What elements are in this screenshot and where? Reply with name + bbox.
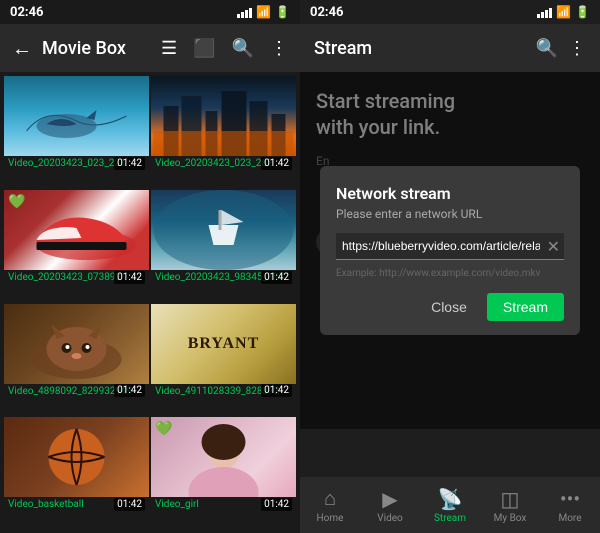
status-bar-right: 02:46 📶 🔋 [300, 0, 600, 24]
modal-stream-button[interactable]: Stream [487, 293, 564, 321]
duration-7: 01:42 [114, 498, 145, 511]
time-right: 02:46 [310, 5, 344, 20]
header-right: Stream 🔍 ⋮ [300, 24, 600, 72]
network-url-input[interactable] [336, 233, 564, 260]
wifi-icon: 📶 [256, 5, 271, 19]
more-nav-icon: ••• [560, 487, 580, 511]
stream-icon: 📡 [438, 487, 463, 511]
bottom-nav: ⌂ Home ▶ Video 📡 Stream ◫ My Box ••• Mor… [300, 477, 600, 533]
status-bar-left: 02:46 📶 🔋 [0, 0, 300, 24]
video-item-3[interactable]: 💚 01:42 Video_20203423_073892 [4, 190, 149, 302]
duration-6: 01:42 [261, 384, 292, 397]
video-item-5[interactable]: 01:42 Video_4898092_829932949 [4, 304, 149, 416]
video-item-2[interactable]: 01:42 Video_20203423_023_262 [151, 76, 296, 188]
home-icon: ⌂ [324, 486, 336, 511]
modal-title: Network stream [336, 184, 564, 203]
status-icons-left: 📶 🔋 [237, 5, 290, 19]
back-button[interactable]: ← [12, 36, 32, 61]
duration-2: 01:42 [261, 157, 292, 170]
header-left: ← Movie Box ☰ ⬛ 🔍 ⋮ [0, 24, 300, 72]
heart-icon-8: 💚 [155, 421, 172, 437]
wifi-icon-right: 📶 [556, 5, 571, 19]
cast-icon[interactable]: ⬛ [193, 38, 215, 59]
right-header-title: Stream [314, 38, 526, 59]
nav-item-home[interactable]: ⌂ Home [300, 486, 360, 524]
search-icon-right[interactable]: 🔍 [536, 38, 558, 59]
modal-input-container: ✕ [336, 233, 564, 260]
video-icon: ▶ [382, 487, 397, 511]
mybox-icon: ◫ [501, 487, 520, 511]
status-icons-right: 📶 🔋 [537, 5, 590, 19]
nav-label-video: Video [377, 513, 402, 524]
header-icons-left: ☰ ⬛ 🔍 ⋮ [161, 38, 288, 59]
list-icon[interactable]: ☰ [161, 38, 177, 59]
signal-icon [237, 6, 252, 18]
left-header-title: Movie Box [42, 38, 151, 59]
nav-item-mybox[interactable]: ◫ My Box [480, 487, 540, 524]
more-icon-right[interactable]: ⋮ [568, 38, 586, 59]
right-panel: 02:46 📶 🔋 Stream 🔍 ⋮ Start streaming wit… [300, 0, 600, 533]
bryant-text: BRYANT [188, 335, 260, 353]
search-icon-left[interactable]: 🔍 [232, 38, 254, 59]
nav-item-more[interactable]: ••• More [540, 487, 600, 524]
modal-close-button[interactable]: Close [419, 293, 479, 321]
modal-subtitle: Please enter a network URL [336, 207, 564, 221]
network-stream-dialog: Network stream Please enter a network UR… [320, 166, 580, 335]
more-icon-left[interactable]: ⋮ [270, 38, 288, 59]
battery-icon: 🔋 [275, 5, 290, 19]
nav-label-home: Home [317, 513, 344, 524]
nav-item-video[interactable]: ▶ Video [360, 487, 420, 524]
duration-3: 01:42 [114, 271, 145, 284]
video-grid: 01:42 Video_20203423_023_221 01:42 Video… [0, 72, 300, 533]
battery-icon-right: 🔋 [575, 5, 590, 19]
video-item-7[interactable]: 01:42 Video_basketball [4, 417, 149, 529]
time-left: 02:46 [10, 5, 44, 20]
video-item-8[interactable]: 💚 01:42 Video_girl [151, 417, 296, 529]
signal-icon-right [537, 6, 552, 18]
duration-8: 01:42 [261, 498, 292, 511]
duration-5: 01:42 [114, 384, 145, 397]
nav-label-stream: Stream [434, 513, 466, 524]
duration-4: 01:42 [261, 271, 292, 284]
nav-label-more: More [558, 513, 581, 524]
stream-content: Start streaming with your link. En https… [300, 72, 600, 477]
duration-1: 01:42 [114, 157, 145, 170]
clear-input-button[interactable]: ✕ [547, 237, 560, 257]
video-item-4[interactable]: 01:42 Video_20203423_98345_887 [151, 190, 296, 302]
modal-buttons: Close Stream [336, 293, 564, 321]
modal-overlay: Network stream Please enter a network UR… [300, 72, 600, 429]
modal-placeholder: Example: http://www.example.com/video.mk… [336, 268, 564, 279]
nav-item-stream[interactable]: 📡 Stream [420, 487, 480, 524]
video-item-6[interactable]: BRYANT 01:42 Video_4911028339_828372 [151, 304, 296, 416]
nav-label-mybox: My Box [494, 513, 527, 524]
left-panel: 02:46 📶 🔋 ← Movie Box ☰ ⬛ 🔍 ⋮ [0, 0, 300, 533]
video-item-1[interactable]: 01:42 Video_20203423_023_221 [4, 76, 149, 188]
